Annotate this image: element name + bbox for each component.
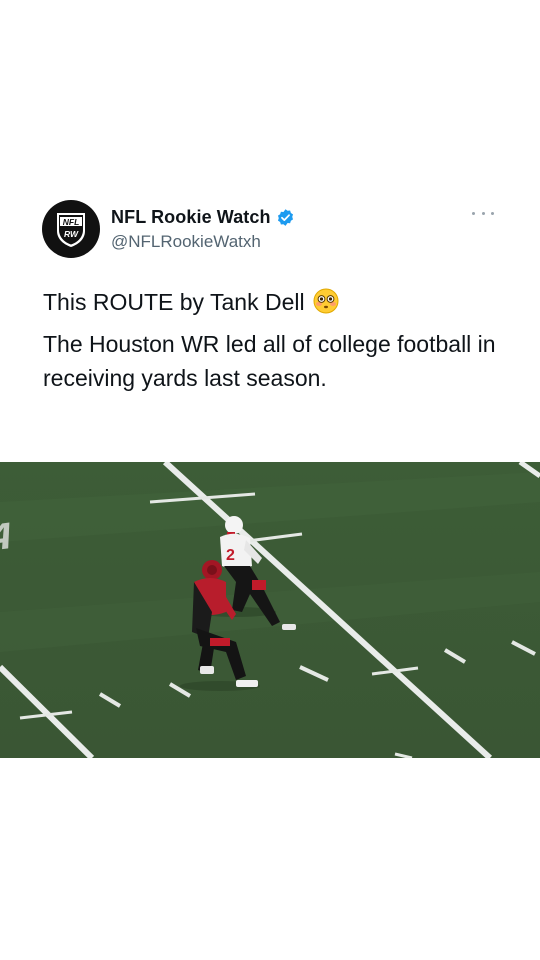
svg-text:RW: RW bbox=[64, 229, 79, 239]
football-field-players-image: MA ELL D 2 bbox=[0, 462, 540, 758]
dot bbox=[491, 211, 494, 215]
tweet-text-line-2: The Houston WR led all of college footba… bbox=[43, 331, 496, 391]
tweet-media-video[interactable]: MA ELL D 2 bbox=[0, 462, 540, 758]
more-horizontal-icon[interactable] bbox=[472, 208, 494, 218]
tweet-text-line-1: This ROUTE by Tank Dell bbox=[43, 285, 503, 319]
flushed-face-emoji bbox=[313, 288, 339, 314]
nfl-rw-logo-icon: NFL RW bbox=[57, 213, 85, 247]
dot bbox=[481, 211, 485, 215]
display-name-row: NFL Rookie Watch bbox=[111, 205, 295, 229]
author-block: NFL Rookie Watch @NFLRookieWatxh bbox=[111, 205, 295, 252]
tweet-text: This ROUTE by Tank Dell The Houston WR l… bbox=[43, 285, 503, 403]
svg-text:NFL: NFL bbox=[63, 217, 80, 227]
svg-text:2: 2 bbox=[226, 547, 235, 564]
avatar[interactable]: NFL RW bbox=[42, 200, 100, 258]
tweet-text-headline: This ROUTE by Tank Dell bbox=[43, 289, 305, 315]
display-name[interactable]: NFL Rookie Watch bbox=[111, 207, 271, 228]
verified-badge-icon bbox=[277, 208, 293, 226]
handle[interactable]: @NFLRookieWatxh bbox=[111, 232, 295, 252]
tweet-header: NFL RW NFL Rookie Watch @NFLRookieWatxh bbox=[42, 200, 498, 260]
dot bbox=[472, 211, 475, 215]
